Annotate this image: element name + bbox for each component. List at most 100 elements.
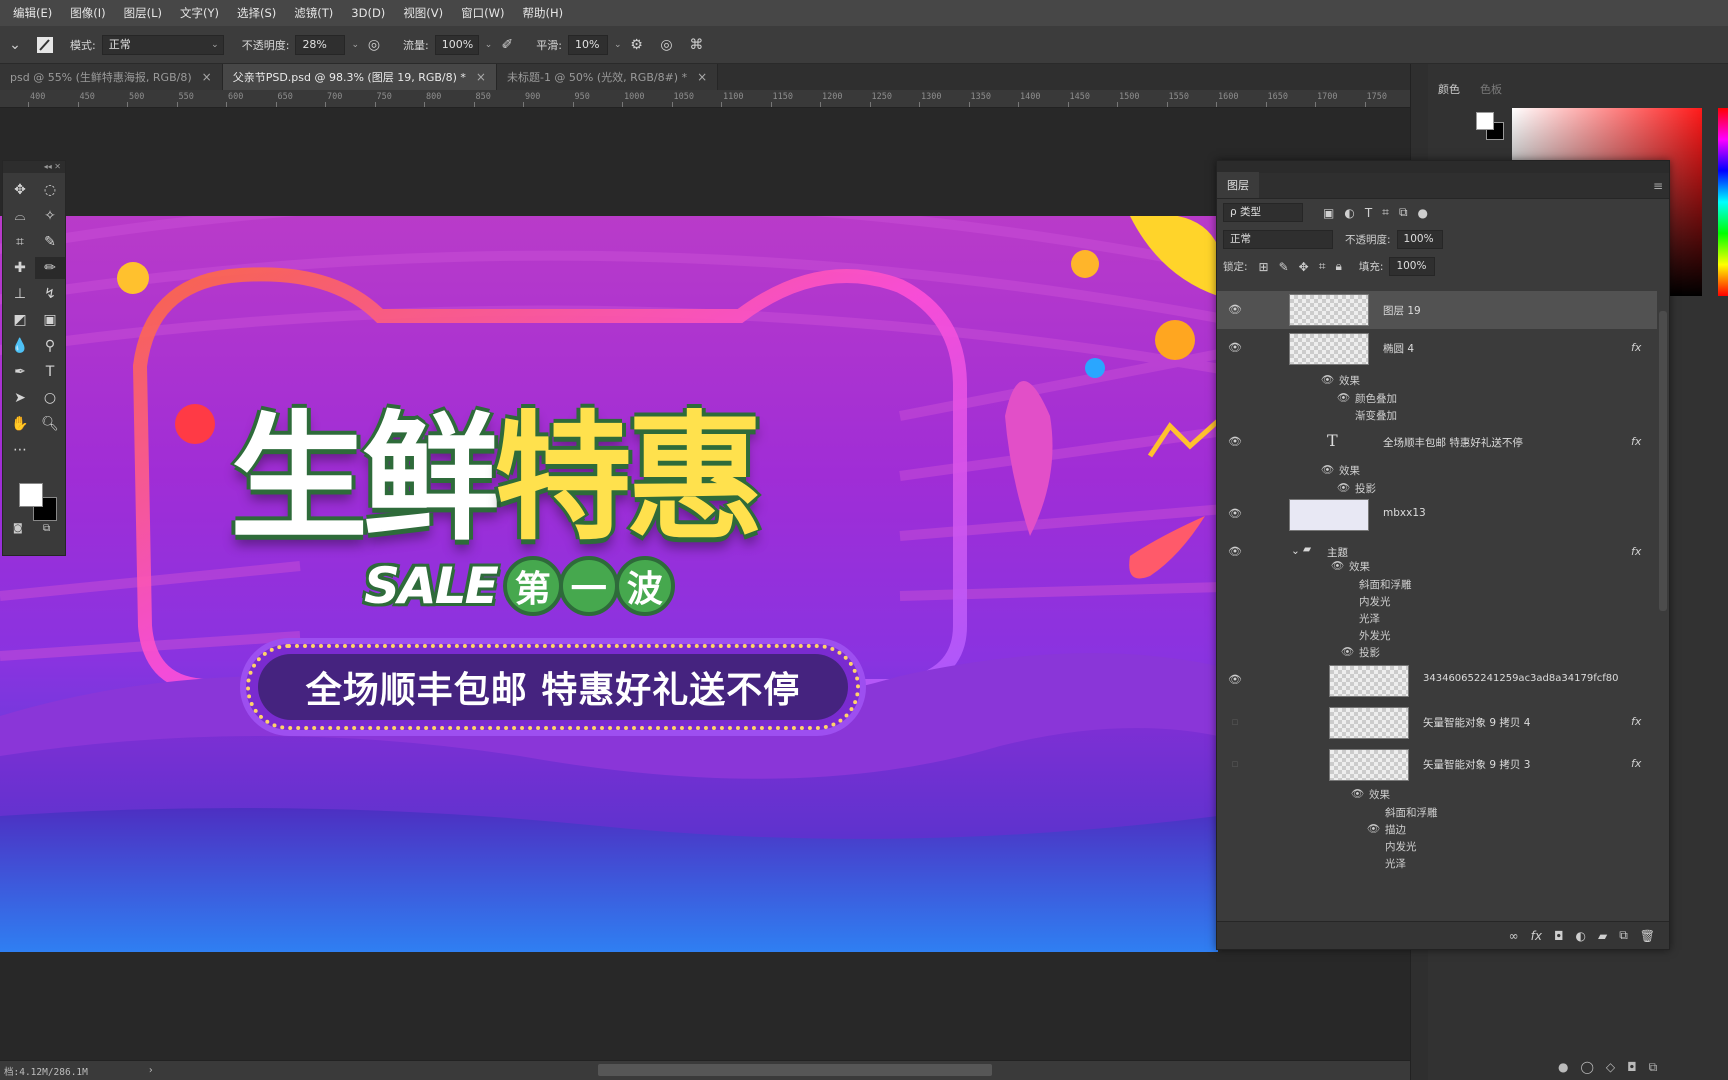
eye-icon[interactable]: 👁︎ — [1227, 303, 1243, 316]
new-layer-icon[interactable]: ⧉ — [1619, 928, 1628, 943]
stamp-tool-icon[interactable]: ⊥ — [5, 283, 35, 305]
layer-row[interactable]: 👁︎ 椭圆 4 fx — [1217, 329, 1657, 369]
menu-select[interactable]: 选择(S) — [228, 0, 285, 26]
blend-mode-dropdown[interactable]: 正常 — [1223, 230, 1333, 249]
tab-swatches[interactable]: 色板 — [1470, 81, 1512, 97]
effect-eye-icon[interactable]: 👁︎ — [1321, 373, 1334, 386]
lock-transparent-icon[interactable]: ⊞ — [1259, 260, 1269, 274]
layer-opacity-field[interactable]: 100% — [1396, 230, 1443, 249]
lock-icon[interactable]: 🔒︎ — [1336, 259, 1342, 274]
menu-filter[interactable]: 滤镜(T) — [285, 0, 342, 26]
layer-filter-dropdown[interactable]: ρ 类型 — [1223, 203, 1303, 222]
fx-icon[interactable]: fx — [1631, 435, 1641, 448]
marquee-tool-icon[interactable]: ◌ — [35, 179, 65, 201]
close-icon[interactable]: × — [202, 70, 212, 84]
gear-icon[interactable]: ⚙ — [626, 34, 648, 56]
collapse-icon[interactable]: ◂◂ ✕ — [3, 161, 65, 173]
brush-preset-icon[interactable] — [34, 34, 56, 56]
effect-eye-icon[interactable]: 👁︎ — [1321, 463, 1334, 476]
eyedropper-icon[interactable]: ✎ — [35, 231, 65, 253]
quick-mask-icon[interactable]: ◙ — [13, 523, 23, 534]
smart-object-filter-icon[interactable]: ⧉ — [1399, 205, 1408, 220]
effect-eye-icon[interactable]: 👁︎ — [1351, 787, 1364, 800]
type-tool-icon[interactable]: T — [35, 361, 65, 383]
chevron-down-icon[interactable]: ⌄ — [614, 40, 622, 50]
pressure-size-icon[interactable]: ◎ — [656, 34, 678, 56]
menu-window[interactable]: 窗口(W) — [452, 0, 513, 26]
chevron-down-icon[interactable]: ⌄ — [485, 40, 493, 50]
fill-field[interactable]: 100% — [1389, 257, 1436, 276]
adjustment-filter-icon[interactable]: ◐ — [1344, 206, 1354, 220]
eye-hidden-icon[interactable]: ▫ — [1227, 715, 1243, 728]
fx-icon[interactable]: fx — [1631, 715, 1641, 728]
hand-tool-icon[interactable]: ✋ — [5, 413, 35, 435]
lasso-tool-icon[interactable]: ⌓ — [5, 205, 35, 227]
pen-tool-icon[interactable]: ✒ — [5, 361, 35, 383]
chevron-down-icon[interactable]: ⌄ — [351, 40, 359, 50]
close-icon[interactable]: × — [697, 70, 707, 84]
fx-icon[interactable]: fx — [1631, 341, 1641, 354]
tab-layers[interactable]: 图层 — [1217, 172, 1259, 198]
effect-eye-icon[interactable]: 👁︎ — [1367, 822, 1380, 835]
effect-eye-icon[interactable]: 👁︎ — [1331, 559, 1344, 572]
layer-row[interactable]: 👁︎ 图层 19 — [1217, 291, 1657, 329]
chevron-down-icon[interactable]: ⌄ — [4, 34, 26, 56]
lock-artboard-icon[interactable]: ⌗ — [1319, 259, 1326, 274]
panel-grip[interactable] — [1217, 161, 1669, 173]
foreground-color-swatch[interactable] — [19, 483, 43, 507]
effect-eye-icon[interactable]: 👁︎ — [1341, 645, 1354, 658]
ellipse-tool-icon[interactable]: ○ — [35, 387, 65, 409]
dot-icon[interactable]: ● — [1558, 1060, 1568, 1075]
dodge-tool-icon[interactable]: ⚲ — [35, 335, 65, 357]
eye-hidden-icon[interactable]: ▫ — [1227, 757, 1243, 770]
eye-icon[interactable]: 👁︎ — [1227, 341, 1243, 354]
airbrush-icon[interactable]: ✐ — [496, 34, 518, 56]
eye-icon[interactable]: 👁︎ — [1227, 435, 1243, 448]
layer-row[interactable]: 👁︎ mbxx13 — [1217, 495, 1657, 535]
eraser-tool-icon[interactable]: ◩ — [5, 309, 35, 331]
chevron-down-icon[interactable]: ⌄ — [1291, 545, 1300, 557]
lock-brush-icon[interactable]: ✎ — [1279, 260, 1289, 274]
effect-eye-icon[interactable]: 👁︎ — [1337, 391, 1350, 404]
eye-icon[interactable]: 👁︎ — [1227, 507, 1243, 520]
smooth-field[interactable]: 10% — [567, 34, 608, 55]
type-filter-icon[interactable]: T — [1365, 206, 1372, 220]
crop-tool-icon[interactable]: ⌗ — [5, 231, 35, 253]
menu-image[interactable]: 图像(I) — [61, 0, 114, 26]
healing-brush-icon[interactable]: ✚ — [5, 257, 35, 279]
adjustment-layer-icon[interactable]: ◐ — [1575, 929, 1585, 943]
gradient-tool-icon[interactable]: ▣ — [35, 309, 65, 331]
history-brush-icon[interactable]: ↯ — [35, 283, 65, 305]
circle-icon[interactable]: ◯ — [1580, 1060, 1593, 1075]
mode-dropdown[interactable]: 正常 ⌄ — [101, 34, 224, 55]
tab-color[interactable]: 颜色 — [1428, 81, 1470, 97]
add-mask-icon[interactable]: ◘ — [1554, 929, 1564, 943]
hue-slider[interactable] — [1718, 108, 1728, 296]
symmetry-icon[interactable]: ⌘ — [686, 34, 708, 56]
eye-icon[interactable]: 👁︎ — [1227, 545, 1243, 558]
blur-tool-icon[interactable]: 💧 — [5, 335, 35, 357]
menu-type[interactable]: 文字(Y) — [171, 0, 228, 26]
fx-icon[interactable]: fx — [1531, 929, 1542, 943]
fx-icon[interactable]: fx — [1631, 545, 1641, 558]
brush-tool-icon[interactable]: ✏ — [35, 257, 65, 279]
status-arrow[interactable]: › — [148, 1065, 154, 1076]
menu-view[interactable]: 视图(V) — [394, 0, 452, 26]
panel-menu-icon[interactable]: ≡ — [1653, 179, 1663, 193]
close-icon[interactable]: × — [476, 70, 486, 84]
lock-position-icon[interactable]: ✥ — [1299, 260, 1309, 274]
screen-mode-icon[interactable]: ⧉ — [43, 523, 50, 534]
shape-filter-icon[interactable]: ⌗ — [1382, 205, 1389, 220]
tab-document-2[interactable]: 父亲节PSD.psd @ 98.3% (图层 19, RGB/8) * × — [222, 64, 497, 90]
path-select-icon[interactable]: ➤ — [5, 387, 35, 409]
horizontal-scrollbar[interactable] — [598, 1064, 992, 1076]
link-layers-icon[interactable]: ∞ — [1509, 929, 1519, 943]
effect-eye-icon[interactable]: 👁︎ — [1337, 481, 1350, 494]
layers-scrollbar[interactable] — [1659, 311, 1667, 611]
menu-edit[interactable]: 编辑(E) — [4, 0, 61, 26]
copy-icon[interactable]: ⧉ — [1649, 1060, 1658, 1075]
move-tool-icon[interactable]: ✥ — [5, 179, 35, 201]
filter-toggle-icon[interactable]: ● — [1418, 206, 1428, 220]
menu-layer[interactable]: 图层(L) — [115, 0, 171, 26]
layer-row[interactable]: 👁︎ 343460652241259ac3ad8a34179fcf80 — [1217, 661, 1657, 701]
